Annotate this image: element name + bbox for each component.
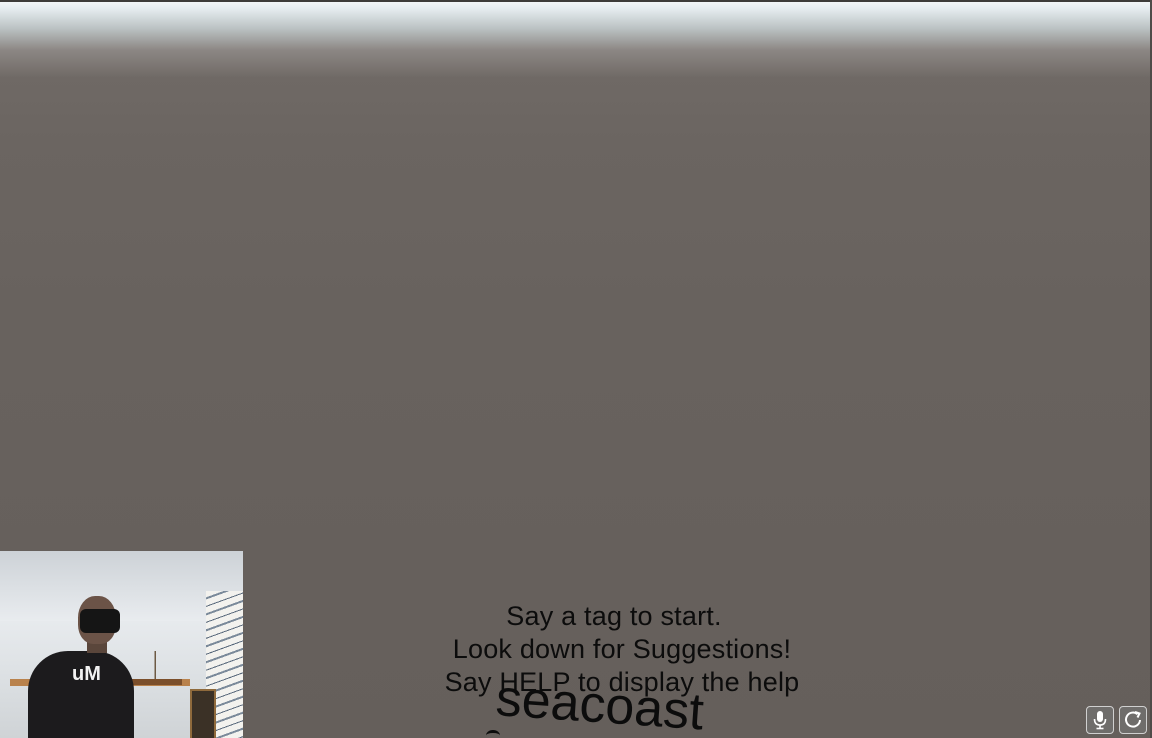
vr-headset [80,609,120,633]
shirt-logo: uM [72,663,101,685]
webcam-inset: uM [0,551,243,738]
refresh-button[interactable] [1119,706,1147,734]
microphone-button[interactable] [1086,706,1114,734]
webcam-model-ship [132,651,182,685]
webcam-picture-frame [190,689,216,738]
microphone-icon [1093,711,1107,730]
refresh-icon [1125,711,1141,728]
suggestion-tag-next [486,730,500,738]
top-border [0,0,1152,2]
vr-viewport: Say a tag to start. Look down for Sugges… [0,0,1152,738]
